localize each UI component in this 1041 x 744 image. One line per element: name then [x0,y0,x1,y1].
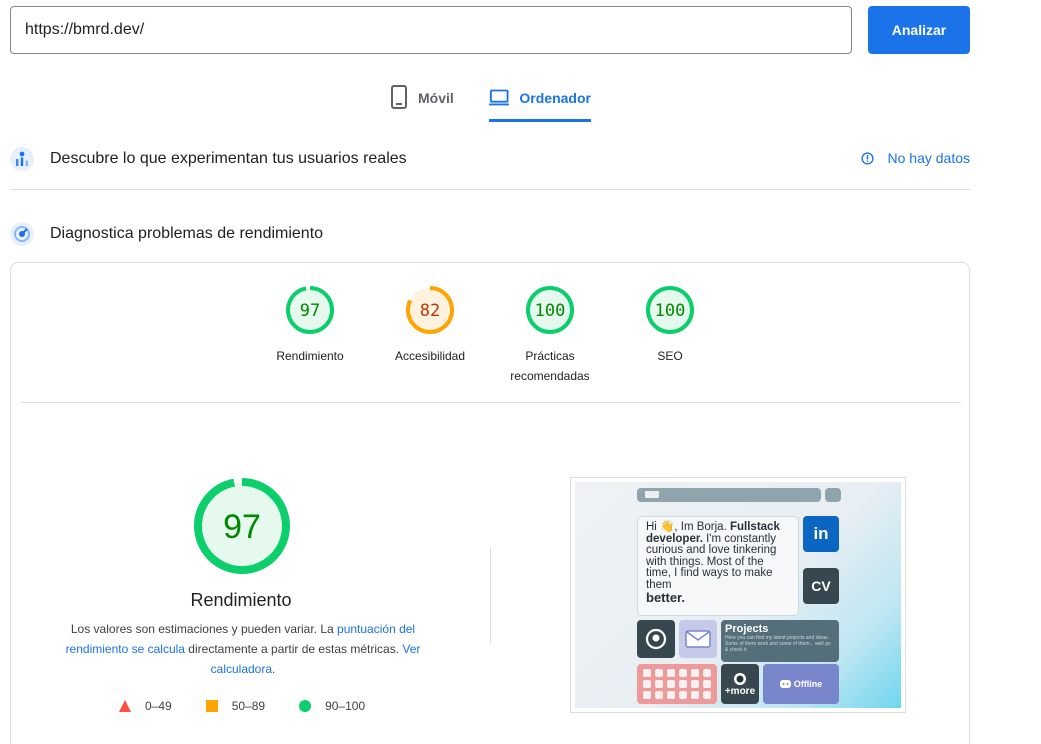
preview-navbar [637,488,821,502]
preview-bio: Hi 👋, Im Borja. Fullstack developer. I'm… [637,516,799,616]
discord-icon [779,680,791,688]
users-chart-icon [10,147,34,171]
preview-cv-tile: CV [803,568,839,604]
svg-text:100: 100 [535,301,566,321]
section-divider [10,189,970,190]
report-card: 97 Rendimiento 82 Accesibilidad 100 Prác… [10,262,970,744]
gauge-ring: 82 [406,286,454,334]
no-data-text: No hay datos [887,150,971,166]
lab-data-section: Diagnostica problemas de rendimiento [10,216,970,252]
square-icon [205,700,218,712]
score-gauges: 97 Rendimiento 82 Accesibilidad 100 Prác… [11,263,969,403]
preview-tech-icons-tile [637,664,717,704]
laptop-icon [489,89,510,106]
gauge-seo[interactable]: 100 SEO [615,285,725,366]
no-data-link[interactable]: No hay datos [860,150,971,166]
explain-text: Los valores son estimaciones y pueden va… [70,622,338,636]
pagespeed-page: Analizar Móvil Ordenador Descubre lo que… [0,0,1041,744]
field-data-section: Descubre lo que experimentan tus usuario… [10,141,970,177]
avatar-icon [734,672,746,685]
preview-more-tile: +more [721,664,759,704]
gauge-label: Prácticas recomendadas [510,349,590,383]
svg-text:82: 82 [420,301,440,321]
gauge-ring: 97 [286,286,334,334]
preview-mail-tile [679,620,717,658]
lab-data-title: Diagnostica problemas de rendimiento [50,225,324,242]
preview-discord-tile: Offline [763,664,839,704]
tab-desktop-label: Ordenador [519,90,591,106]
projects-title: Projects [725,623,769,635]
more-label: +more [724,685,756,697]
analyze-button[interactable]: Analizar [868,6,970,54]
projects-text: Here you can find my latest projects and… [725,635,831,653]
legend-fail: 0–49 [119,699,172,713]
gauge-accessibility[interactable]: 82 Accesibilidad [375,285,485,366]
info-icon [860,151,874,165]
explain-text: directamente a partir de estas métricas. [184,642,403,656]
gauge-best-practices[interactable]: 100 Prácticas recomendadas [495,285,605,386]
gauge-label: Accesibilidad [394,349,466,363]
gauge-ring: 100 [526,286,574,334]
score-explanation: Los valores son estimaciones y pueden va… [53,619,433,679]
tab-desktop[interactable]: Ordenador [489,84,591,122]
github-icon [645,628,667,650]
card-divider [21,402,961,403]
gauge-label: SEO [657,349,683,363]
bio-end: better. [646,590,686,605]
svg-text:97: 97 [223,508,261,546]
svg-text:100: 100 [655,301,686,321]
main-performance-gauge: 97 [194,478,290,574]
legend-range: 90–100 [325,699,366,713]
page-screenshot-preview: Hi 👋, Im Borja. Fullstack developer. I'm… [570,477,906,713]
legend-pass: 90–100 [299,699,365,713]
preview-search-icon [825,488,841,502]
discord-status: Offline [793,679,823,689]
tab-mobile-label: Móvil [418,90,454,106]
explain-text: . [272,662,276,676]
mail-icon [685,630,711,648]
bio-intro: Hi 👋, Im Borja. [646,521,730,533]
legend-range: 50–89 [231,699,266,713]
gauge-ring: 100 [646,286,694,334]
svg-text:97: 97 [300,301,320,321]
preview-logo [645,491,659,498]
gauge-performance[interactable]: 97 Rendimiento [255,285,365,366]
legend-average: 50–89 [205,699,266,713]
score-legend: 0–49 50–89 90–100 [119,699,399,713]
circle-icon [299,700,312,712]
url-input[interactable] [10,6,852,54]
tech-icons-grid [643,669,711,699]
preview-github-tile [637,620,675,658]
smartphone-icon [391,85,407,109]
vertical-divider [490,547,491,643]
legend-range: 0–49 [145,699,172,713]
field-data-title: Descubre lo que experimentan tus usuario… [50,150,407,167]
tab-mobile[interactable]: Móvil [390,84,454,122]
triangle-icon [119,700,131,712]
screenshot-content: Hi 👋, Im Borja. Fullstack developer. I'm… [575,482,901,708]
main-score-label: Rendimiento [190,590,292,610]
preview-projects-tile: Projects Here you can find my latest pro… [721,620,839,662]
preview-linkedin-tile: in [803,516,839,552]
diagnostics-icon [10,222,34,246]
gauge-label: Rendimiento [276,349,344,363]
